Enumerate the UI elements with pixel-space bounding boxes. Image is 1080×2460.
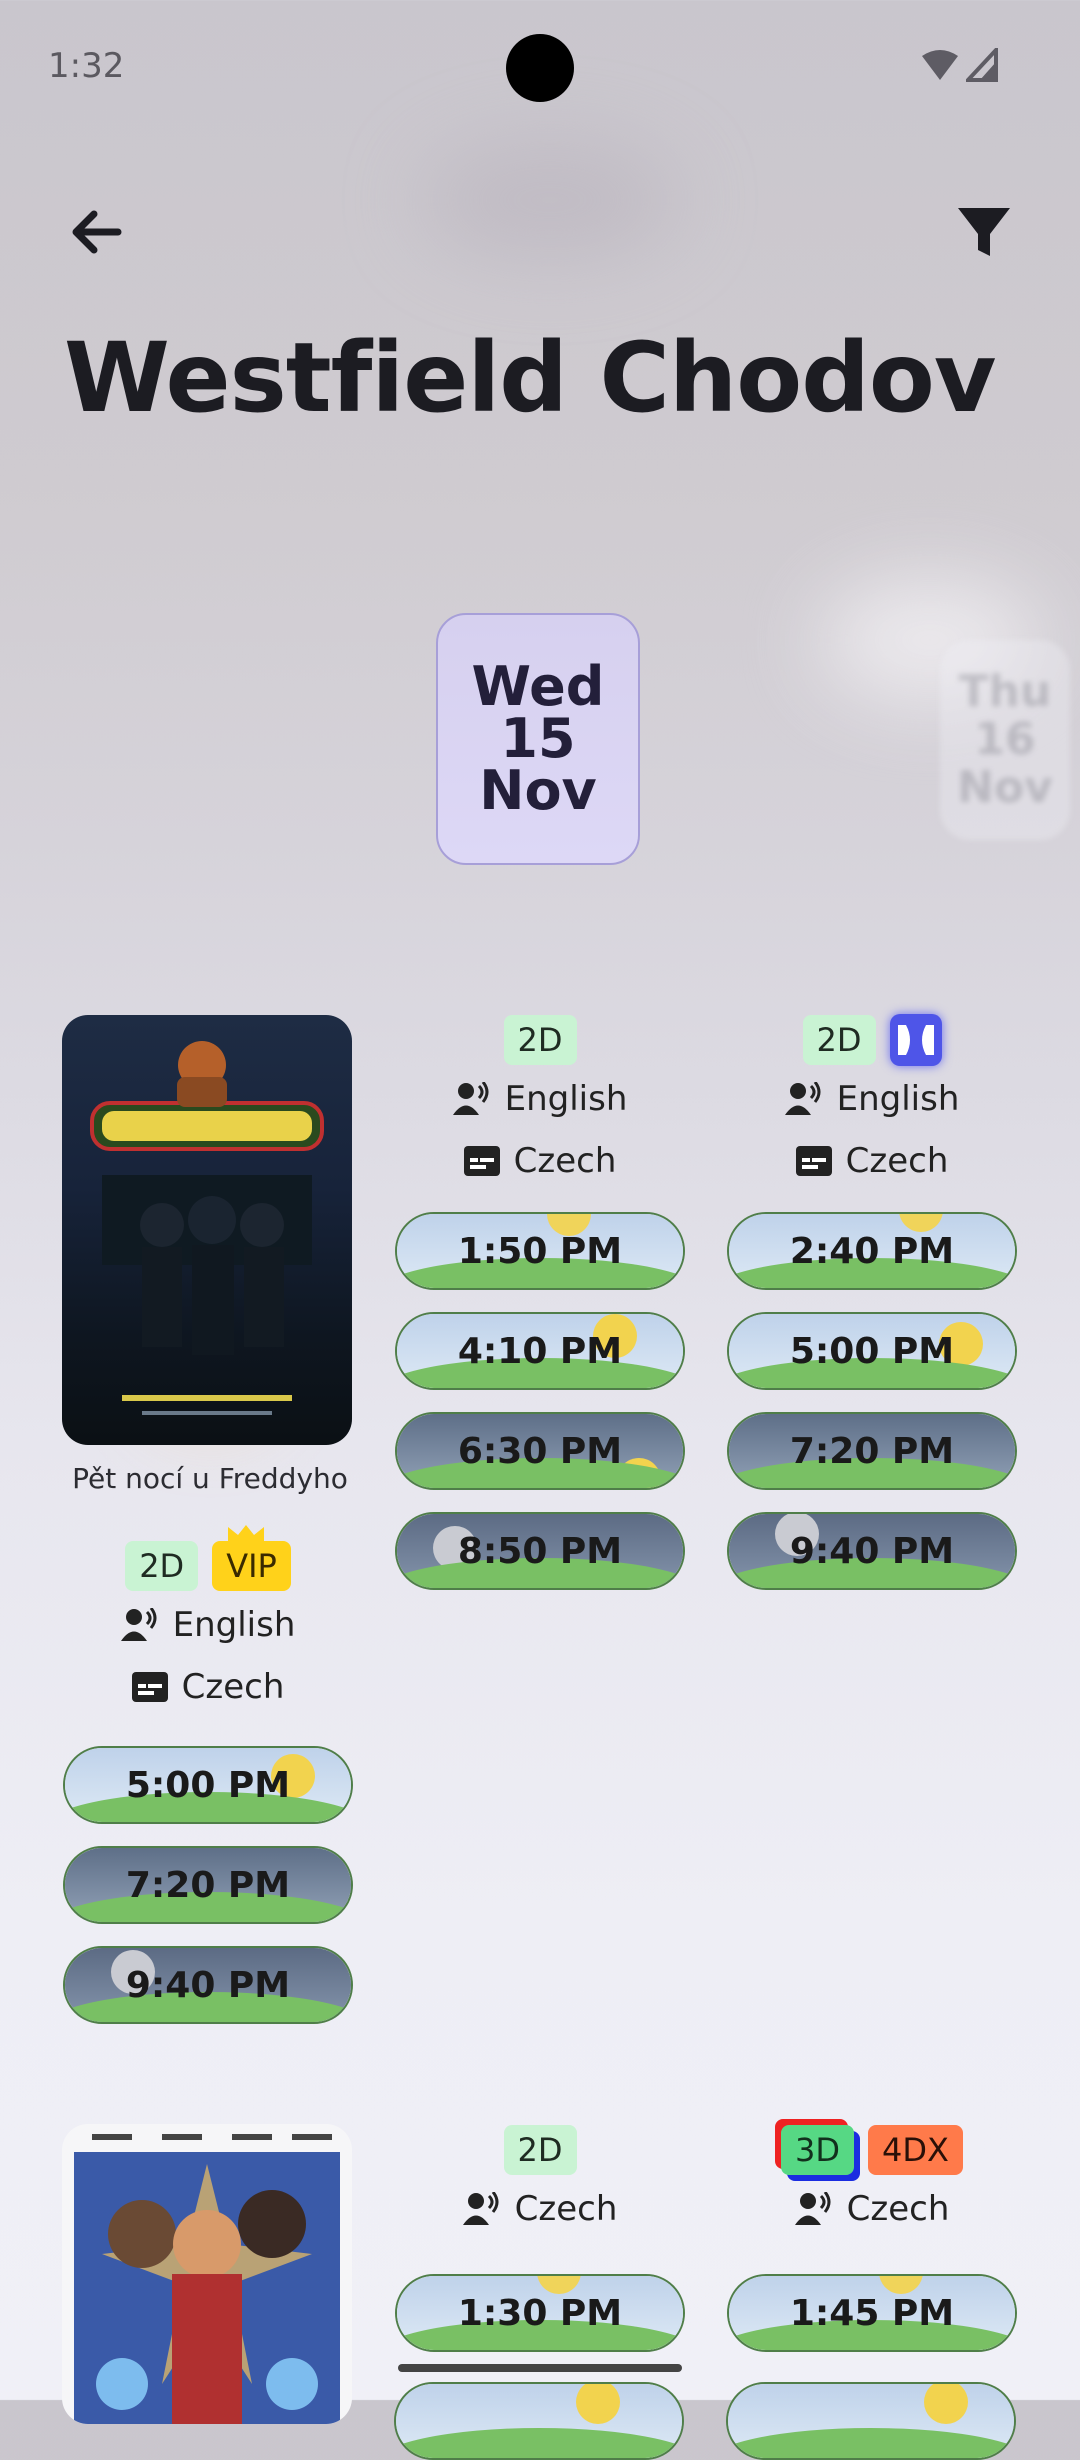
showtime-button[interactable]: 7:20 PM bbox=[727, 1412, 1017, 1490]
speaker-person-icon bbox=[120, 1608, 157, 1641]
dolby-cinema-icon bbox=[889, 1014, 942, 1066]
background-blur bbox=[420, 140, 680, 260]
poster-artwork bbox=[74, 2134, 340, 2424]
date-month: Nov bbox=[479, 759, 597, 822]
subtitles-icon bbox=[463, 1146, 500, 1176]
showtime-button[interactable]: 9:40 PM bbox=[727, 1512, 1017, 1590]
vip-label: VIP bbox=[226, 1547, 277, 1585]
audio-language: English bbox=[784, 1068, 960, 1130]
audio-label: English bbox=[172, 1605, 296, 1645]
audio-label: Czech bbox=[846, 2189, 950, 2229]
subtitle-label: Czech bbox=[845, 1141, 949, 1181]
poster-artwork bbox=[90, 1041, 324, 1415]
audio-label: English bbox=[836, 1079, 960, 1119]
audio-label: English bbox=[504, 1079, 628, 1119]
filter-button[interactable] bbox=[952, 200, 1016, 264]
format-tag-2d: 2D bbox=[802, 1015, 876, 1065]
camera-cutout bbox=[506, 34, 574, 102]
showtime-button[interactable]: 9:40 PM bbox=[63, 1946, 353, 2024]
showtime-button[interactable]: 6:30 PM bbox=[395, 1412, 685, 1490]
showtime-button[interactable] bbox=[394, 2382, 684, 2460]
showtime-button[interactable] bbox=[726, 2382, 1016, 2460]
showtime-button[interactable]: 2:40 PM bbox=[727, 1212, 1017, 1290]
speaker-person-icon bbox=[462, 2192, 499, 2225]
movie-poster[interactable] bbox=[62, 1015, 352, 1445]
format-tag-3d: 3D bbox=[781, 2125, 855, 2175]
format-tag-2d: 2D bbox=[125, 1541, 199, 1591]
showtime-button[interactable]: 8:50 PM bbox=[395, 1512, 685, 1590]
wifi-icon bbox=[922, 50, 958, 80]
date-weekday: Wed bbox=[471, 655, 605, 718]
showtime-button[interactable]: 5:00 PM bbox=[727, 1312, 1017, 1390]
arrow-left-icon bbox=[72, 210, 122, 254]
audio-language: Czech bbox=[794, 2178, 950, 2240]
subtitle-label: Czech bbox=[513, 1141, 617, 1181]
page-title: Westfield Chodov bbox=[64, 322, 996, 434]
showtime-group: 2D English Czech 1:50 PM 4:10 PM 6:30 PM… bbox=[394, 1012, 686, 1590]
subtitles-icon bbox=[131, 1672, 168, 1702]
speaker-person-icon bbox=[794, 2192, 831, 2225]
showtime-button[interactable]: 1:30 PM bbox=[395, 2274, 685, 2352]
filter-icon bbox=[958, 208, 1010, 256]
date-card-selected[interactable]: Wed 15 Nov bbox=[436, 613, 640, 865]
showtime-group: 3D 4DX Czech 1:45 PM bbox=[726, 2122, 1018, 2352]
showtime-button[interactable]: 1:50 PM bbox=[395, 1212, 685, 1290]
showtime-button[interactable]: 1:45 PM bbox=[727, 2274, 1017, 2352]
date-day: 16 bbox=[974, 714, 1036, 765]
showtime-group: 2D English Czech 2:40 PM 5:00 PM 7:20 PM… bbox=[726, 1012, 1018, 1590]
back-button[interactable] bbox=[64, 200, 128, 264]
status-time: 1:32 bbox=[48, 46, 125, 86]
audio-label: Czech bbox=[514, 2189, 618, 2229]
signal-icon bbox=[966, 48, 998, 82]
format-tag-2d: 2D bbox=[503, 1015, 577, 1065]
showtime-group: 2D Czech 1:30 PM bbox=[394, 2122, 686, 2352]
audio-language: English bbox=[120, 1594, 296, 1656]
showtime-button[interactable]: 4:10 PM bbox=[395, 1312, 685, 1390]
gesture-home-bar[interactable] bbox=[398, 2364, 682, 2372]
speaker-person-icon bbox=[784, 1082, 821, 1115]
movie-title: Pět nocí u Freddyho bbox=[72, 1462, 348, 1495]
date-card-next[interactable]: Thu 16 Nov bbox=[940, 640, 1070, 840]
showtime-button[interactable]: 7:20 PM bbox=[63, 1846, 353, 1924]
movie-poster[interactable] bbox=[62, 2124, 352, 2424]
showtime-button[interactable]: 5:00 PM bbox=[63, 1746, 353, 1824]
status-icons bbox=[920, 48, 1000, 82]
crown-icon bbox=[228, 1525, 265, 1543]
showtime-group: 2D VIP English Czech 5:00 PM 7:20 PM 9:4… bbox=[62, 1525, 354, 2024]
audio-language: Czech bbox=[462, 2178, 618, 2240]
subtitles-icon bbox=[795, 1146, 832, 1176]
audio-language: English bbox=[452, 1068, 628, 1130]
date-month: Nov bbox=[957, 762, 1053, 813]
format-tag-2d: 2D bbox=[503, 2125, 577, 2175]
subtitle-language: Czech bbox=[795, 1130, 949, 1192]
format-tag-4dx: 4DX bbox=[868, 2125, 963, 2175]
date-day: 15 bbox=[500, 707, 576, 770]
subtitle-language: Czech bbox=[131, 1656, 285, 1718]
format-tag-vip: VIP bbox=[212, 1525, 291, 1591]
date-weekday: Thu bbox=[958, 666, 1052, 717]
subtitle-language: Czech bbox=[463, 1130, 617, 1192]
speaker-person-icon bbox=[452, 1082, 489, 1115]
subtitle-label: Czech bbox=[181, 1667, 285, 1707]
